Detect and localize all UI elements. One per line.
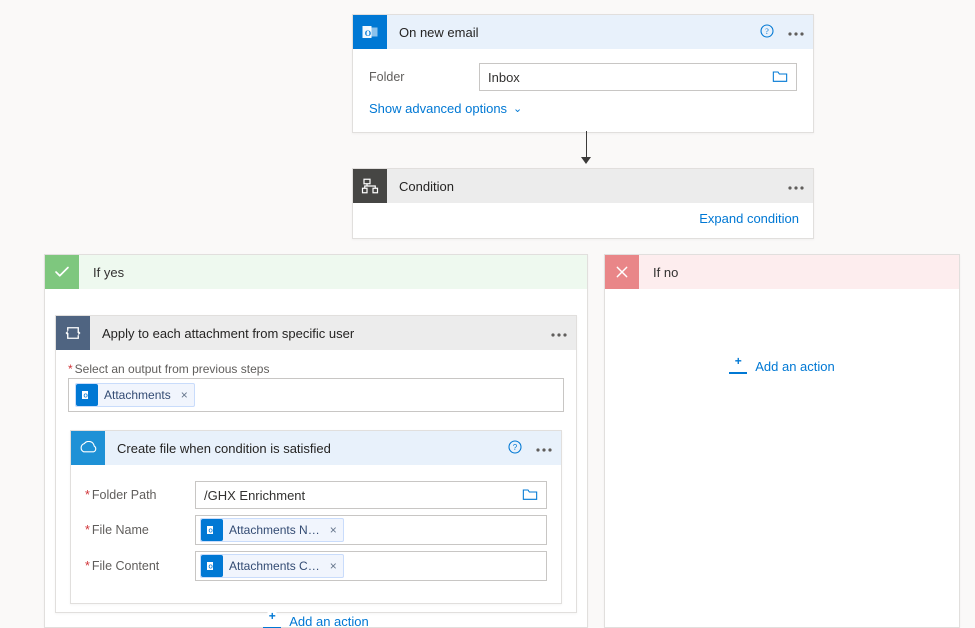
help-icon[interactable]: ? xyxy=(759,23,775,42)
add-action-label: Add an action xyxy=(755,359,835,374)
svg-text:?: ? xyxy=(513,443,518,452)
file-name-token[interactable]: O Attachments N… × xyxy=(200,518,344,542)
add-action-icon xyxy=(263,615,281,628)
folder-path-label: *Folder Path xyxy=(85,488,195,502)
foreach-body: *Select an output from previous steps O … xyxy=(56,350,576,612)
condition-icon xyxy=(353,169,387,203)
onedrive-icon xyxy=(71,431,105,465)
token-remove-icon[interactable]: × xyxy=(177,388,188,402)
loop-icon xyxy=(56,316,90,350)
trigger-body: Folder Inbox Show advanced options ⌄ xyxy=(353,49,813,132)
svg-text:O: O xyxy=(365,29,372,38)
trigger-title: On new email xyxy=(387,25,759,40)
outlook-icon: O xyxy=(353,15,387,49)
add-action-label: Add an action xyxy=(289,614,369,628)
trigger-header[interactable]: O On new email ? xyxy=(353,15,813,49)
chevron-down-icon: ⌄ xyxy=(513,102,522,115)
condition-header[interactable]: Condition xyxy=(353,169,813,203)
foreach-card: Apply to each attachment from specific u… xyxy=(55,315,577,613)
folder-value: Inbox xyxy=(488,70,520,85)
outlook-mini-icon: O xyxy=(76,384,98,406)
file-content-label: *File Content xyxy=(85,559,195,573)
if-yes-panel: If yes Apply to each attachment from spe… xyxy=(44,254,588,628)
add-action-button[interactable]: Add an action xyxy=(263,614,369,628)
add-action-button[interactable]: Add an action xyxy=(729,359,835,374)
svg-text:?: ? xyxy=(765,27,769,36)
more-icon[interactable] xyxy=(550,326,568,341)
expand-condition-link[interactable]: Expand condition xyxy=(699,211,799,226)
foreach-header[interactable]: Apply to each attachment from specific u… xyxy=(56,316,576,350)
flow-designer-canvas: O On new email ? Folder Inbox xyxy=(0,0,975,628)
token-label: Attachments C… xyxy=(229,559,320,573)
file-content-input[interactable]: O Attachments C… × xyxy=(195,551,547,581)
check-icon xyxy=(45,255,79,289)
create-file-header[interactable]: Create file when condition is satisfied … xyxy=(71,431,561,465)
condition-body: Expand condition xyxy=(353,203,813,238)
svg-text:O: O xyxy=(209,565,214,571)
help-icon[interactable]: ? xyxy=(507,439,523,458)
svg-text:O: O xyxy=(209,529,214,535)
outlook-mini-icon: O xyxy=(201,555,223,577)
outlook-mini-icon: O xyxy=(201,519,223,541)
file-name-label: *File Name xyxy=(85,523,195,537)
token-remove-icon[interactable]: × xyxy=(326,559,337,573)
add-action-icon xyxy=(729,360,747,374)
show-advanced-link[interactable]: Show advanced options ⌄ xyxy=(369,97,522,118)
create-file-card: Create file when condition is satisfied … xyxy=(70,430,562,604)
file-content-token[interactable]: O Attachments C… × xyxy=(200,554,344,578)
create-file-title: Create file when condition is satisfied xyxy=(105,441,507,456)
foreach-input[interactable]: O Attachments × xyxy=(68,378,564,412)
file-name-input[interactable]: O Attachments N… × xyxy=(195,515,547,545)
connector-arrow xyxy=(581,131,591,164)
trigger-card: O On new email ? Folder Inbox xyxy=(352,14,814,133)
folder-picker-icon[interactable] xyxy=(522,487,538,504)
condition-card: Condition Expand condition xyxy=(352,168,814,239)
folder-path-value: /GHX Enrichment xyxy=(204,488,305,503)
token-label: Attachments N… xyxy=(229,523,320,537)
folder-path-input[interactable]: /GHX Enrichment xyxy=(195,481,547,509)
create-file-body: *Folder Path /GHX Enrichment *File Name xyxy=(71,465,561,603)
svg-text:O: O xyxy=(84,394,89,400)
if-yes-header[interactable]: If yes xyxy=(45,255,587,289)
foreach-title: Apply to each attachment from specific u… xyxy=(90,326,550,341)
close-icon xyxy=(605,255,639,289)
token-remove-icon[interactable]: × xyxy=(326,523,337,537)
if-no-title: If no xyxy=(639,265,678,280)
show-advanced-label: Show advanced options xyxy=(369,101,507,116)
more-icon[interactable] xyxy=(787,25,805,40)
more-icon[interactable] xyxy=(787,179,805,194)
if-yes-title: If yes xyxy=(79,265,124,280)
folder-label: Folder xyxy=(369,70,479,84)
folder-input[interactable]: Inbox xyxy=(479,63,797,91)
select-output-label: *Select an output from previous steps xyxy=(68,362,564,376)
condition-title: Condition xyxy=(387,179,787,194)
if-no-panel: If no Add an action xyxy=(604,254,960,628)
more-icon[interactable] xyxy=(535,441,553,456)
token-label: Attachments xyxy=(104,388,171,402)
folder-picker-icon[interactable] xyxy=(772,69,788,86)
if-no-header[interactable]: If no xyxy=(605,255,959,289)
attachments-token[interactable]: O Attachments × xyxy=(75,383,195,407)
